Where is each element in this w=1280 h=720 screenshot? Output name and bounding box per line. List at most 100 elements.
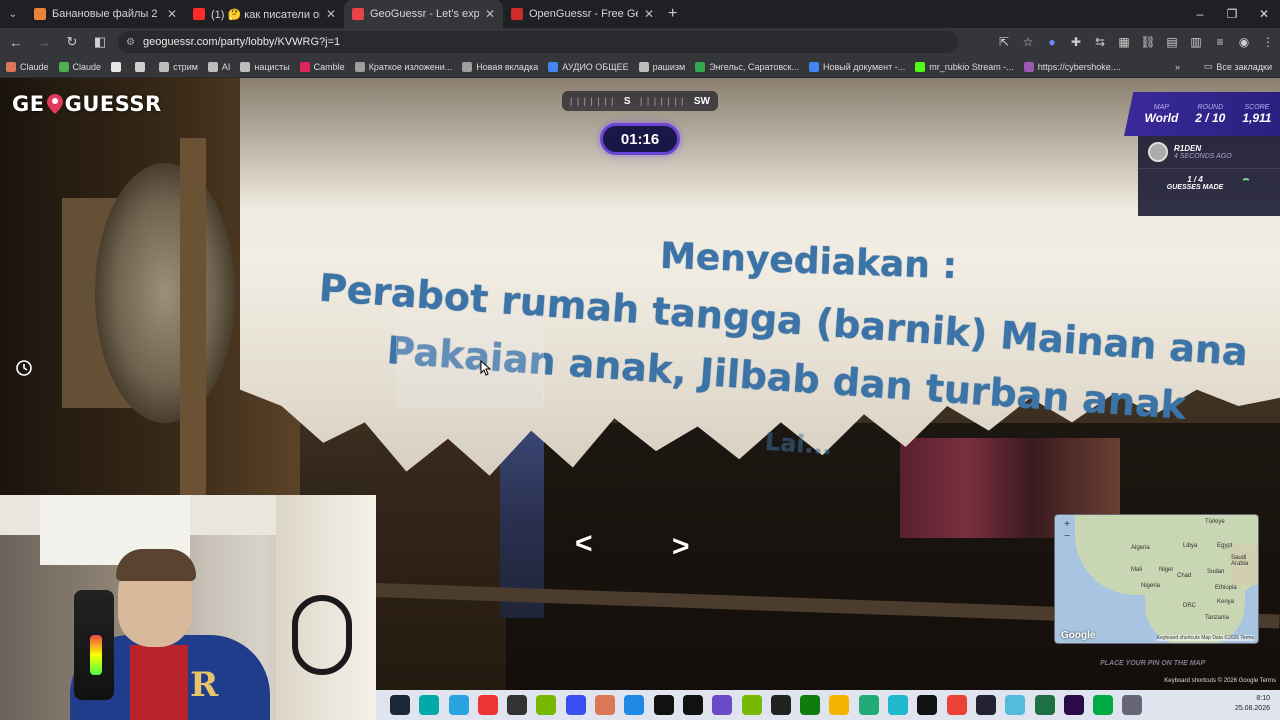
app-teal-icon[interactable] xyxy=(419,695,440,715)
install-app-icon[interactable]: ⇱ xyxy=(992,30,1016,54)
panel-icon[interactable]: ▥ xyxy=(1184,30,1208,54)
map-country-label: Niger xyxy=(1159,567,1174,573)
bookmark-item[interactable]: стрим xyxy=(159,61,198,72)
bookmark-label: Claude xyxy=(20,61,49,72)
close-window-icon[interactable]: ✕ xyxy=(1248,0,1280,28)
extension-blue-icon[interactable]: ● xyxy=(1040,30,1064,54)
map-label: MAP xyxy=(1153,103,1169,111)
bookmark-item[interactable]: нацисты xyxy=(240,61,290,72)
arc-icon[interactable] xyxy=(565,695,586,715)
writer-icon[interactable] xyxy=(1093,695,1114,715)
bookmark-star-icon[interactable]: ☆ xyxy=(1016,30,1040,54)
settings-icon[interactable] xyxy=(1122,695,1143,715)
calendar-icon[interactable]: ▤ xyxy=(1160,30,1184,54)
chatgpt-icon[interactable] xyxy=(682,695,703,715)
scene-wheel xyxy=(95,163,235,423)
browser-tab[interactable]: GeoGuessr - Let's explore the w ✕ xyxy=(344,0,503,28)
grid-icon[interactable]: ▦ xyxy=(1112,30,1136,54)
bookmark-item[interactable]: Camble xyxy=(299,61,345,72)
site-info-icon[interactable]: ⚙ xyxy=(126,37,135,48)
terminal-icon[interactable] xyxy=(507,695,528,715)
player-row[interactable]: R1DEN 4 SECONDS AGO xyxy=(1138,136,1280,169)
app-dark-icon[interactable] xyxy=(975,695,996,715)
bookmark-item[interactable]: Энгельс, Саратовск... xyxy=(695,61,799,72)
tab-search-chevron-icon[interactable]: ⌄ xyxy=(0,0,26,28)
bookmark-item[interactable] xyxy=(111,61,125,72)
streetview-hover-box[interactable] xyxy=(396,315,544,408)
profile-avatar-icon[interactable]: ◉ xyxy=(1232,30,1256,54)
compass[interactable]: | | | | | | | S | | | | | | | SW xyxy=(562,91,718,111)
xbox-icon[interactable] xyxy=(800,695,821,715)
tab-close-icon[interactable]: ✕ xyxy=(644,7,654,21)
premiere-icon[interactable] xyxy=(1063,695,1084,715)
google-logo: Google xyxy=(1061,630,1096,641)
webcam-hair xyxy=(116,549,196,581)
snip-icon[interactable] xyxy=(477,695,498,715)
bookmark-item[interactable]: рашизм xyxy=(638,61,685,72)
new-tab-button[interactable]: + xyxy=(668,5,677,23)
move-left-arrow-icon[interactable]: < xyxy=(575,527,593,561)
tab-close-icon[interactable]: ✕ xyxy=(485,7,495,21)
player-time: 4 SECONDS AGO xyxy=(1174,153,1232,160)
app-globe-icon[interactable] xyxy=(858,695,879,715)
browser-tab[interactable]: (1) 🤔 как писатели описыва ✕ xyxy=(185,0,344,28)
bookmark-item[interactable]: Новая вкладка xyxy=(462,61,538,72)
claude-icon[interactable] xyxy=(595,695,616,715)
folder-icon: ▭ xyxy=(1203,61,1213,71)
bookmark-item[interactable]: Новый документ -... xyxy=(808,61,905,72)
back-icon[interactable]: ← xyxy=(4,30,28,54)
bookmark-item[interactable]: https://cybershoke.... xyxy=(1023,61,1121,72)
translate-icon[interactable]: ⇆ xyxy=(1088,30,1112,54)
scene-post xyxy=(180,138,206,518)
media-icon[interactable]: ≡ xyxy=(1208,30,1232,54)
webcam-shirt xyxy=(130,645,188,720)
browser-tab[interactable]: Банановые файлы 2 - sansgot ✕ xyxy=(26,0,185,28)
taskbar-clock[interactable]: 8:10 25.08.2026 xyxy=(1235,694,1270,714)
bookmark-item[interactable] xyxy=(135,61,149,72)
guess-minimap[interactable]: + − Türkiye Algeria Libya Egypt Saudi Arabia M… xyxy=(1054,514,1259,644)
steam-icon[interactable] xyxy=(390,695,410,715)
map-country-label: Chad xyxy=(1177,573,1192,579)
nvidia-icon[interactable] xyxy=(741,695,762,715)
minimize-icon[interactable]: – xyxy=(1184,0,1216,28)
map-zoom-controls[interactable]: + − xyxy=(1061,519,1073,545)
github-icon[interactable] xyxy=(917,695,938,715)
player-name: R1DEN xyxy=(1174,144,1202,153)
bookmark-item[interactable]: mr_rubkio Stream -... xyxy=(915,61,1014,72)
obsidian-icon[interactable] xyxy=(712,695,733,715)
tab-close-icon[interactable]: ✕ xyxy=(167,7,177,21)
geoguessr-logo[interactable]: GE GUESSR xyxy=(12,92,162,116)
sidebar-icon[interactable]: ◧ xyxy=(88,30,112,54)
menu-kebab-icon[interactable]: ⋮ xyxy=(1256,30,1280,54)
bookmark-item[interactable]: АУДИО ОБЩЕЕ xyxy=(548,61,629,72)
browser-tab[interactable]: OpenGuessr - Free GeoGuessr A ✕ xyxy=(503,0,662,28)
file-manager-icon[interactable] xyxy=(829,695,850,715)
all-bookmarks-button[interactable]: ▭ Все закладки xyxy=(1204,61,1272,72)
return-to-start-icon[interactable] xyxy=(14,358,34,378)
url-field[interactable]: ⚙ geoguessr.com/party/lobby/KVWRG?j=1 xyxy=(118,31,958,53)
link-icon[interactable]: ⛓ xyxy=(1136,30,1160,54)
move-right-arrow-icon[interactable]: > xyxy=(672,530,690,564)
nvidia-app-icon[interactable] xyxy=(536,695,557,715)
telegram-icon[interactable] xyxy=(448,695,469,715)
bookmark-item[interactable]: AI xyxy=(207,61,230,72)
perplexity-icon[interactable] xyxy=(888,695,909,715)
bookmark-item[interactable]: Краткое изложени... xyxy=(354,61,452,72)
extensions-puzzle-icon[interactable]: ✚ xyxy=(1064,30,1088,54)
round-label: ROUND xyxy=(1197,103,1224,111)
map-country-label: Algeria xyxy=(1131,545,1150,551)
map-country-label: Mali xyxy=(1131,567,1143,573)
restore-icon[interactable]: ❐ xyxy=(1216,0,1248,28)
app-lightblue-icon[interactable] xyxy=(1005,695,1026,715)
capcut-icon[interactable] xyxy=(653,695,674,715)
reload-icon[interactable]: ↻ xyxy=(60,30,84,54)
bookmarks-overflow-icon[interactable]: » xyxy=(1175,62,1180,72)
excel-icon[interactable] xyxy=(1034,695,1055,715)
tab-close-icon[interactable]: ✕ xyxy=(326,7,336,21)
bookmark-item[interactable]: Claude xyxy=(58,61,101,72)
forward-icon[interactable]: → xyxy=(32,30,56,54)
bookmark-item[interactable]: Claude xyxy=(6,61,49,72)
chrome-red-icon[interactable] xyxy=(946,695,967,715)
obs-icon[interactable] xyxy=(770,695,791,715)
app-blue-icon[interactable] xyxy=(624,695,645,715)
